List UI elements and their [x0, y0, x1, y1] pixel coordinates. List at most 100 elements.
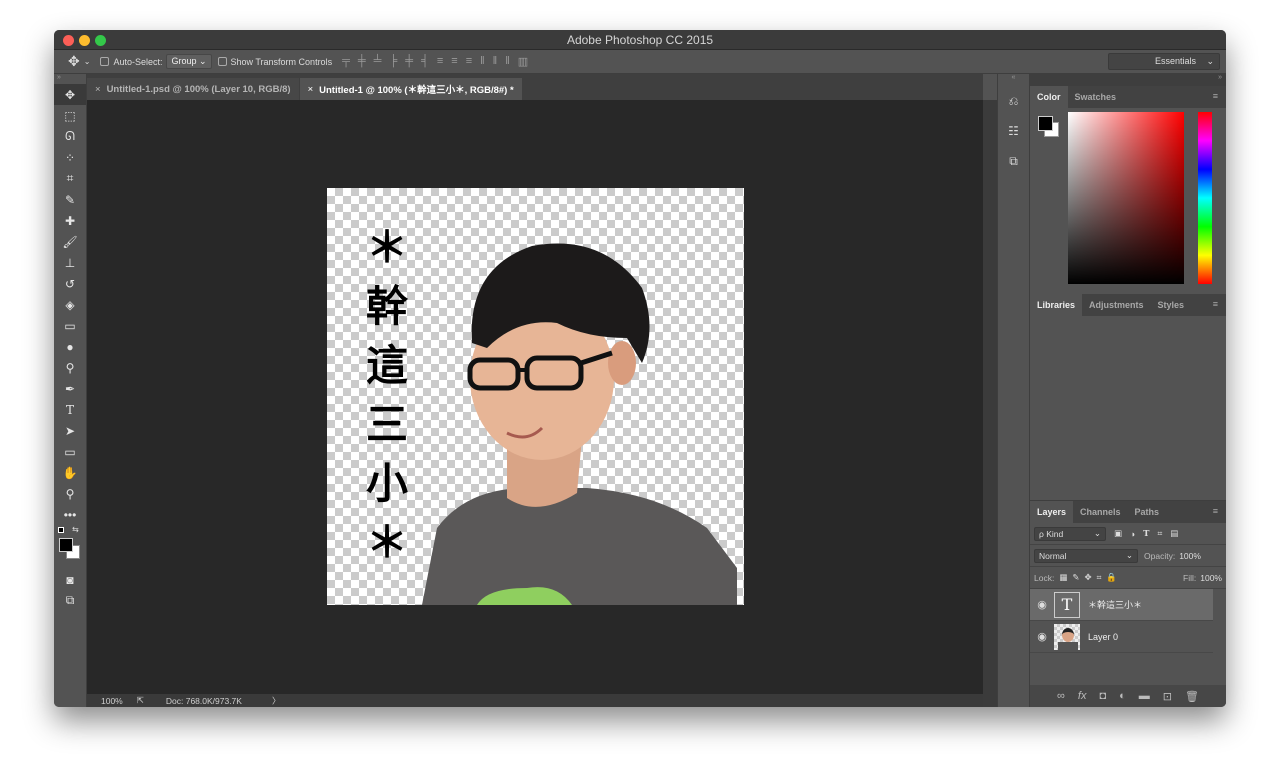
edit-toolbar[interactable]: ••• [54, 504, 86, 525]
tab-paths[interactable]: Paths [1128, 501, 1167, 523]
distribute-right-icon[interactable]: ‖ [505, 55, 510, 68]
fx-icon[interactable]: fx [1078, 690, 1087, 702]
blur-tool[interactable]: ● [54, 336, 86, 357]
lock-position-icon[interactable]: ✥ [1084, 572, 1091, 583]
filter-type-icon[interactable]: T [1143, 529, 1149, 539]
quick-select-tool[interactable]: ⁘ [54, 147, 86, 168]
filter-shape-icon[interactable]: ⌗ [1158, 528, 1163, 539]
foreground-color-swatch[interactable] [59, 538, 73, 552]
tool-preset-picker[interactable]: ✥ ⌄ [68, 53, 90, 70]
swap-colors-icon[interactable]: ⇆ [72, 525, 79, 534]
vertical-scrollbar[interactable] [983, 100, 997, 707]
auto-align-icon[interactable]: ▥ [518, 55, 528, 68]
blend-mode-dropdown[interactable]: Normal ⌄ [1034, 548, 1138, 563]
history-brush-tool[interactable]: ↺ [54, 273, 86, 294]
properties-panel-button[interactable]: ☷ [998, 116, 1029, 146]
folder-icon[interactable]: ▬ [1139, 690, 1150, 702]
lasso-tool[interactable]: ᘏ [54, 126, 86, 147]
collapse-icon[interactable]: « [998, 74, 1029, 86]
type-tool[interactable]: T [54, 399, 86, 420]
artboards-panel-button[interactable]: ⧉ [998, 146, 1029, 176]
close-tab-icon[interactable]: × [95, 84, 101, 95]
layer-filter-dropdown[interactable]: ρ Kind ⌄ [1034, 526, 1106, 541]
panel-menu-icon[interactable]: ≡ [1213, 299, 1218, 309]
pen-tool[interactable]: ✒ [54, 378, 86, 399]
path-select-tool[interactable]: ➤ [54, 420, 86, 441]
marquee-tool[interactable]: ⬚ [54, 105, 86, 126]
opacity-value[interactable]: 100% [1179, 551, 1201, 561]
eyedropper-tool[interactable]: ✎ [54, 189, 86, 210]
workspace-switcher[interactable]: Essentials ⌄ [1108, 53, 1220, 70]
fill-value[interactable]: 100% [1200, 573, 1222, 583]
distribute-hcenter-icon[interactable]: ‖ [493, 55, 498, 68]
close-tab-icon[interactable]: × [308, 84, 314, 95]
tab-layers[interactable]: Layers [1030, 501, 1074, 523]
tab-color[interactable]: Color [1030, 86, 1068, 108]
collapse-icon[interactable]: » [54, 74, 86, 84]
healing-tool[interactable]: ✚ [54, 210, 86, 231]
distribute-bottom-icon[interactable]: ≡ [466, 55, 472, 68]
color-field[interactable] [1068, 112, 1184, 284]
foreground-color-swatch[interactable] [1038, 116, 1053, 131]
zoom-tool[interactable]: ⚲ [54, 483, 86, 504]
lock-pixels-icon[interactable]: ✎ [1072, 572, 1079, 583]
document-canvas[interactable]: ＊ 幹 這 三 小 ＊ [327, 188, 744, 605]
history-panel-button[interactable]: ⎌ [998, 86, 1029, 116]
hand-tool[interactable]: ✋ [54, 462, 86, 483]
transform-controls-checkbox[interactable]: Show Transform Controls [217, 57, 332, 67]
tab-document-1[interactable]: × Untitled-1.psd @ 100% (Layer 10, RGB/8) [87, 78, 299, 100]
eye-icon[interactable]: ◉ [1030, 598, 1054, 611]
adjustment-layer-icon[interactable]: ◐ [1119, 690, 1126, 702]
tab-libraries[interactable]: Libraries [1030, 294, 1083, 316]
trash-icon[interactable]: 🗑 [1185, 690, 1199, 703]
tab-document-2[interactable]: × Untitled-1 @ 100% (＊幹這三小＊, RGB/8#) * [299, 78, 522, 100]
align-left-icon[interactable]: ╞ [389, 55, 397, 68]
lock-transparency-icon[interactable]: ▦ [1059, 572, 1067, 583]
auto-select-checkbox[interactable]: Auto-Select: Group ⌄ [100, 54, 212, 69]
color-swatches[interactable]: ⇆ [54, 525, 86, 569]
shape-tool[interactable]: ▭ [54, 441, 86, 462]
eye-icon[interactable]: ◉ [1030, 630, 1054, 643]
distribute-left-icon[interactable]: ‖ [480, 55, 485, 68]
new-layer-icon[interactable]: ⊡ [1163, 690, 1172, 703]
distribute-top-icon[interactable]: ≡ [437, 55, 443, 68]
tab-styles[interactable]: Styles [1151, 294, 1192, 316]
panel-menu-icon[interactable]: ≡ [1213, 506, 1218, 516]
crop-tool[interactable]: ⌗ [54, 168, 86, 189]
hue-slider[interactable] [1198, 112, 1212, 284]
stamp-tool[interactable]: ⊥ [54, 252, 86, 273]
auto-select-dropdown[interactable]: Group ⌄ [166, 54, 212, 69]
distribute-vcenter-icon[interactable]: ≡ [451, 55, 457, 68]
align-bottom-icon[interactable]: ╧ [374, 55, 382, 68]
eraser-tool[interactable]: ◈ [54, 294, 86, 315]
panel-menu-icon[interactable]: ≡ [1213, 91, 1218, 101]
gradient-tool[interactable]: ▭ [54, 315, 86, 336]
lock-artboard-icon[interactable]: ⌗ [1097, 572, 1102, 583]
default-colors-icon[interactable] [58, 527, 64, 533]
align-hcenter-icon[interactable]: ╪ [405, 55, 413, 68]
link-icon[interactable]: ∞ [1057, 690, 1065, 702]
align-top-icon[interactable]: ╤ [342, 55, 350, 68]
screen-mode-button[interactable]: ⧉ [54, 590, 86, 611]
filter-smart-icon[interactable]: ▤ [1170, 528, 1178, 539]
share-icon[interactable]: ⇱ [137, 695, 144, 706]
brush-tool[interactable]: 🖌 [54, 231, 86, 252]
status-menu-arrow[interactable]: 〉 [272, 695, 281, 707]
align-vcenter-icon[interactable]: ╪ [358, 55, 366, 68]
lock-all-icon[interactable]: 🔒 [1106, 572, 1117, 583]
canvas-area[interactable]: ＊ 幹 這 三 小 ＊ [87, 100, 983, 694]
collapse-icon[interactable]: » [1030, 74, 1226, 86]
dodge-tool[interactable]: ⚲ [54, 357, 86, 378]
layer-row-text[interactable]: ◉ T ＊幹這三小＊ [1030, 589, 1213, 621]
zoom-level[interactable]: 100% [101, 696, 123, 706]
tab-adjustments[interactable]: Adjustments [1082, 294, 1151, 316]
tab-swatches[interactable]: Swatches [1068, 86, 1124, 108]
align-right-icon[interactable]: ╡ [421, 55, 429, 68]
filter-adjustment-icon[interactable]: ◑ [1130, 529, 1135, 539]
move-tool[interactable]: ✥ [54, 84, 86, 105]
mask-icon[interactable]: ◘ [1099, 690, 1106, 702]
quick-mask-button[interactable]: ◙ [54, 569, 86, 590]
filter-pixel-icon[interactable]: ▣ [1114, 528, 1122, 539]
layer-row-image[interactable]: ◉ Layer 0 [1030, 621, 1213, 653]
tab-channels[interactable]: Channels [1073, 501, 1128, 523]
